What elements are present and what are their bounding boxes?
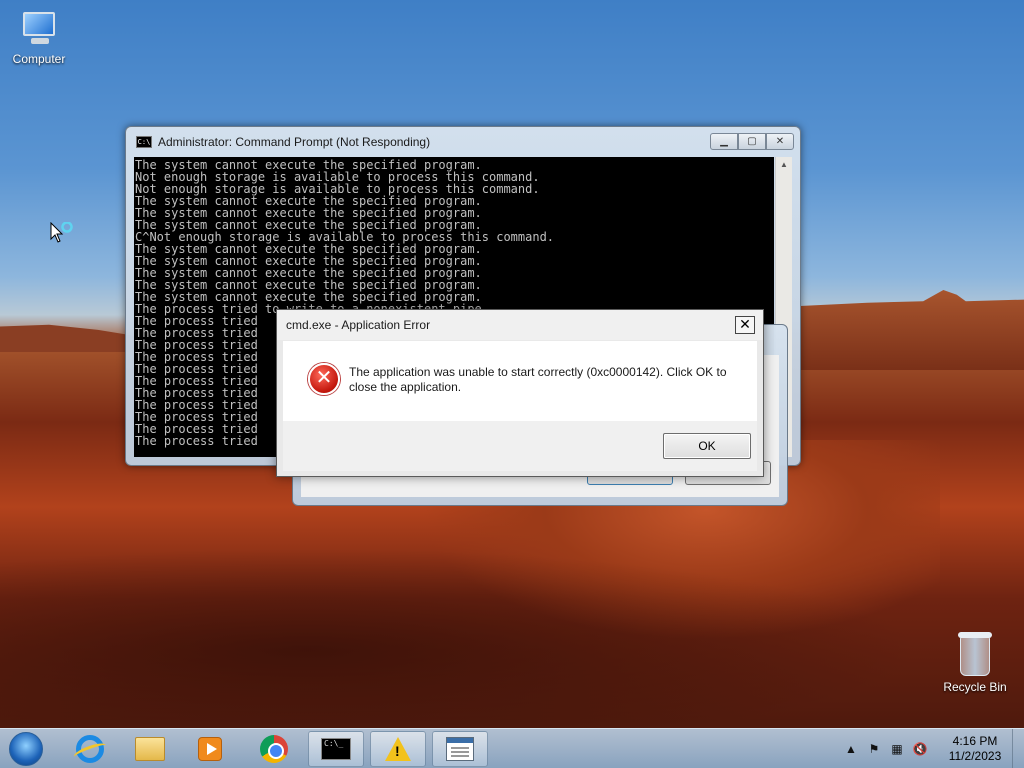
windows-logo-icon [9,732,43,766]
cmd-window-title: Administrator: Command Prompt (Not Respo… [158,135,431,149]
action-center-flag-icon[interactable]: ⚑ [867,742,881,756]
cmd-icon: C:\_ [321,738,351,760]
taskbar-application-error[interactable]: ! [370,731,426,767]
maximize-button[interactable]: ▢ [738,133,766,150]
app-window-icon [446,737,474,761]
error-dialog-title: cmd.exe - Application Error [286,318,431,332]
taskbar-chrome[interactable] [246,731,302,767]
folder-icon [135,737,165,761]
taskbar: C:\_ ! ▲ ⚑ ▦ 🔇 4:16 PM 11/2/2023 [0,728,1024,768]
error-message: The application was unable to start corr… [349,365,727,394]
volume-muted-icon[interactable]: 🔇 [913,742,928,756]
error-dialog-footer: OK [283,421,757,471]
network-icon[interactable]: ▦ [890,742,904,756]
recycle-bin-icon [958,632,992,676]
desert-mesa-right [800,290,1024,370]
desktop-icon-computer[interactable]: Computer [4,10,74,66]
taskbar-app-window[interactable] [432,731,488,767]
taskbar-file-explorer[interactable] [122,731,178,767]
show-desktop-button[interactable] [1012,729,1024,768]
computer-icon [19,10,59,48]
clock[interactable]: 4:16 PM 11/2/2023 [940,734,1010,764]
clock-date: 11/2/2023 [948,749,1002,763]
cmd-icon: C:\ [136,136,152,148]
cmd-titlebar[interactable]: C:\ Administrator: Command Prompt (Not R… [126,127,800,157]
desktop-icon-label: Computer [12,52,66,66]
scroll-up-icon[interactable]: ▲ [776,157,792,173]
close-button[interactable]: ✕ [766,133,794,150]
warning-icon: ! [385,737,411,761]
taskbar-command-prompt[interactable]: C:\_ [308,731,364,767]
internet-explorer-icon [76,735,104,763]
system-tray: ▲ ⚑ ▦ 🔇 [844,729,927,768]
start-button[interactable] [4,730,48,768]
desktop-icon-label: Recycle Bin [943,680,1007,694]
close-icon: ✕ [739,316,751,332]
ok-button[interactable]: OK [663,433,751,459]
error-dialog-close-button[interactable]: ✕ [735,316,755,334]
media-player-icon [198,737,222,761]
taskbar-media-player[interactable] [182,731,238,767]
clock-time: 4:16 PM [952,734,998,748]
desktop-icon-recycle-bin[interactable]: Recycle Bin [940,632,1010,694]
minimize-button[interactable]: ▁ [710,133,738,150]
busy-cursor-icon [50,221,80,247]
desert-mesa-left [0,324,140,352]
error-dialog[interactable]: cmd.exe - Application Error ✕ ✕ The appl… [276,309,764,477]
desert-shadow [0,530,1024,730]
taskbar-internet-explorer[interactable] [62,731,118,767]
error-dialog-body: ✕ The application was unable to start co… [283,341,757,421]
show-hidden-icons-icon[interactable]: ▲ [844,742,858,756]
error-dialog-titlebar[interactable]: cmd.exe - Application Error ✕ [277,310,763,340]
error-icon: ✕ [308,363,340,395]
chrome-icon [260,735,288,763]
